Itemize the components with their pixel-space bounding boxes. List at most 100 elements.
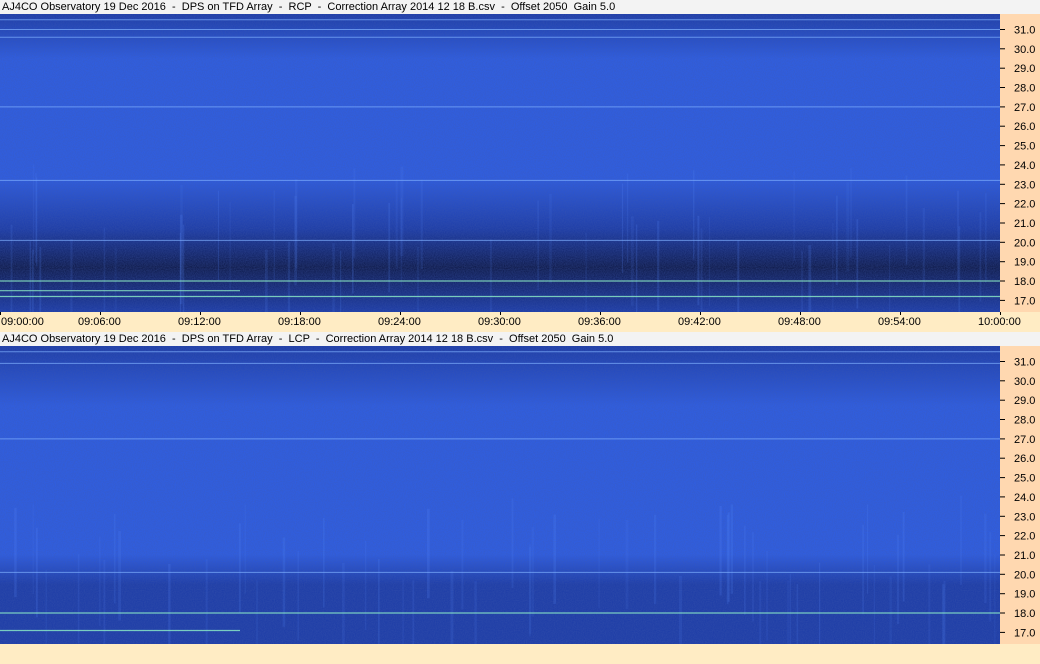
burst-striation [856, 219, 859, 309]
burst-striation [846, 182, 850, 272]
y-tick-label: 18.0 [1014, 276, 1035, 288]
x-tick [799, 312, 801, 315]
burst-striation [726, 514, 729, 605]
burst-striation [244, 504, 246, 594]
y-tick-label: 30.0 [1014, 376, 1035, 388]
burst-striation [549, 193, 552, 284]
y-tick-label: 24.0 [1014, 492, 1035, 504]
x-tick-label: 09:30:00 [478, 316, 521, 328]
burst-striation [744, 525, 746, 615]
burst-striation [113, 514, 116, 604]
burst-striation [730, 504, 733, 594]
burst-striation [598, 518, 600, 609]
x-tick-label: 09:36:00 [578, 316, 621, 328]
burst-striation [352, 204, 354, 294]
burst-striation [114, 248, 117, 312]
y-tick-label: 30.0 [1014, 44, 1035, 56]
burst-striation [70, 238, 73, 312]
burst-striation [719, 506, 722, 596]
burst-striation [989, 532, 992, 622]
y-tick-label: 28.0 [1014, 415, 1035, 427]
y-tick-label: 18.0 [1014, 608, 1035, 620]
burst-striation [679, 575, 682, 644]
burst-striation [273, 190, 275, 280]
rcp-time-axis: 09:00:00 09:06:00 09:12:00 09:18:00 09:24:00… [0, 312, 1040, 332]
burst-striation [862, 524, 864, 615]
burst-striation [511, 498, 514, 588]
burst-striation [789, 574, 791, 644]
burst-striation [118, 531, 121, 621]
burst-striation [984, 513, 987, 604]
burst-striation [287, 241, 291, 312]
x-tick-label: 09:42:00 [678, 316, 721, 328]
y-tick-label: 25.0 [1014, 473, 1035, 485]
burst-striation [45, 569, 47, 644]
burst-striation [654, 514, 657, 605]
burst-striation [364, 540, 367, 630]
x-tick [399, 312, 401, 315]
y-tick-label: 29.0 [1014, 63, 1035, 75]
burst-striation [958, 226, 961, 312]
y-tick-label: 25.0 [1014, 141, 1035, 153]
x-tick-label: 09:06:00 [78, 316, 121, 328]
x-tick [99, 312, 101, 315]
burst-striation [693, 170, 695, 260]
rcp-spectrogram-panel: AJ4CO Observatory 19 Dec 2016 - DPS on T… [0, 0, 1040, 332]
x-tick [899, 312, 901, 315]
burst-striation [873, 564, 875, 644]
x-tick-label: 09:00:00 [1, 316, 44, 328]
y-tick-label: 19.0 [1014, 257, 1035, 269]
spectrogram-noise [0, 346, 1000, 644]
lcp-time-axis [0, 644, 1040, 664]
burst-striation [625, 519, 629, 610]
burst-striation [902, 512, 905, 602]
burst-striation [297, 551, 299, 641]
burst-striation [238, 523, 241, 613]
burst-striation [850, 167, 852, 258]
burst-striation [332, 243, 335, 312]
burst-striation [10, 224, 13, 312]
x-tick [699, 312, 701, 315]
burst-striation [531, 527, 534, 617]
x-tick [199, 312, 201, 315]
y-tick-label: 21.0 [1014, 550, 1035, 562]
spectrogram-noise [0, 14, 1000, 312]
x-tick-label: 09:54:00 [878, 316, 921, 328]
x-tick-label: 09:48:00 [778, 316, 821, 328]
x-tick [499, 312, 501, 315]
y-tick-label: 17.0 [1014, 627, 1035, 639]
burst-striation [400, 197, 403, 288]
burst-striation [537, 200, 539, 290]
x-tick-label: 10:00:00 [978, 316, 1021, 328]
burst-striation [889, 576, 892, 644]
burst-striation [960, 495, 962, 585]
y-tick-label: 22.0 [1014, 531, 1035, 543]
x-tick-label: 09:24:00 [378, 316, 421, 328]
burst-striation [994, 554, 996, 644]
burst-striation [737, 240, 740, 312]
burst-striation [585, 232, 587, 312]
burst-striation [621, 183, 624, 273]
y-tick-label: 31.0 [1014, 357, 1035, 369]
lcp-spectrogram: 31.0 30.0 29.0 28.0 27.0 26.0 25.0 24.0 23.0 22.0… [0, 346, 1040, 644]
burst-striation [256, 580, 258, 644]
burst-striation [395, 179, 398, 269]
y-tick-label: 20.0 [1014, 569, 1035, 581]
burst-striation [168, 564, 171, 644]
burst-striation [979, 212, 982, 302]
burst-striation [630, 216, 634, 306]
burst-striation [928, 564, 931, 644]
x-tick-label: 09:12:00 [178, 316, 221, 328]
burst-striation [708, 216, 711, 307]
burst-striation [697, 215, 700, 306]
y-tick-label: 19.0 [1014, 589, 1035, 601]
burst-striation [808, 245, 812, 312]
burst-striation [182, 224, 185, 312]
y-tick-label: 17.0 [1014, 295, 1035, 307]
burst-striation [420, 179, 423, 269]
burst-striation [412, 580, 415, 644]
y-tick-label: 22.0 [1014, 199, 1035, 211]
burst-striation [832, 223, 834, 312]
burst-striation [635, 224, 638, 312]
x-tick [0, 312, 1, 315]
